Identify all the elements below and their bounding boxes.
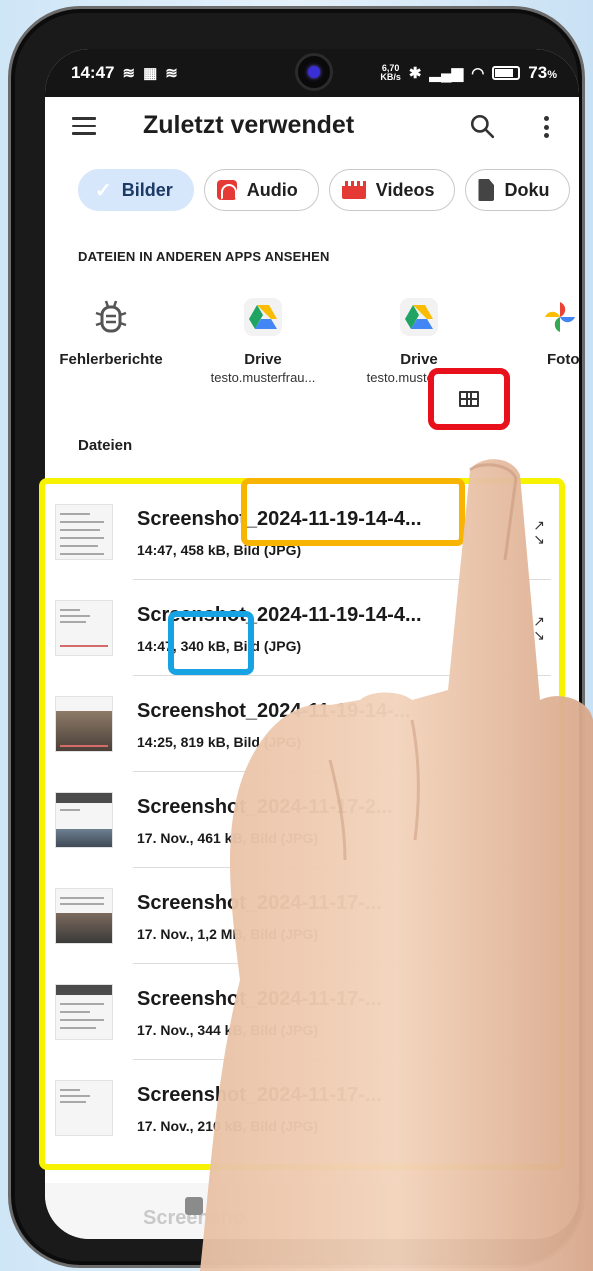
- sim-icon: ▦: [143, 65, 158, 82]
- app-name: Foto: [547, 351, 579, 368]
- list-item[interactable]: Screenshot_2024-11-19-14-... 14:25, 819 …: [45, 676, 559, 772]
- highlight-file-name: [241, 478, 465, 546]
- chip-audio[interactable]: Audio: [203, 169, 319, 211]
- open-icon[interactable]: ↗ ↘: [533, 614, 545, 642]
- file-thumbnail: [55, 984, 113, 1040]
- clapperboard-icon: [341, 181, 366, 199]
- status-bar: 14:47 ≋ ▦ ≋ 6,70 KB/s ✱ ▂▄▆ ◠ 73%: [45, 49, 579, 97]
- list-item[interactable]: Screenshot_2024-11-17-... 17. Nov., 344 …: [45, 964, 559, 1060]
- status-left: 14:47 ≋ ▦ ≋: [71, 63, 178, 83]
- google-drive-icon: [244, 298, 282, 336]
- file-thumbnail: [55, 600, 113, 656]
- network-speed-unit: KB/s: [380, 72, 401, 82]
- app-account: testo.musterfrau...: [210, 370, 316, 385]
- file-thumbnail: [55, 792, 113, 848]
- notification-icon: ≋: [122, 65, 136, 82]
- document-icon: [478, 179, 495, 201]
- bug-icon: [95, 300, 127, 333]
- chip-label: Audio: [246, 179, 298, 200]
- file-meta: 17. Nov., 461 kB, Bild (JPG): [137, 830, 319, 846]
- grid-view-toggle[interactable]: [428, 368, 510, 430]
- navigation-bar: Screensho: [45, 1183, 579, 1239]
- app-fehlerberichte[interactable]: Fehlerberichte: [45, 297, 191, 368]
- chip-label: Videos: [375, 179, 435, 200]
- more-options-icon[interactable]: [539, 113, 553, 141]
- recent-apps-icon[interactable]: [185, 1197, 203, 1215]
- app-fotos[interactable]: Foto: [497, 297, 579, 368]
- list-item[interactable]: Screenshot_2024-11-17-... 17. Nov., 210 …: [45, 1060, 559, 1156]
- list-item[interactable]: Screenshot_2024-11-17-2... 17. Nov., 461…: [45, 772, 559, 868]
- status-time: 14:47: [71, 63, 115, 82]
- grid-view-icon: [459, 391, 479, 407]
- status-right: 6,70 KB/s ✱ ▂▄▆ ◠ 73%: [380, 63, 557, 83]
- filter-chips: ✓ Bilder Audio Videos Doku: [78, 169, 571, 211]
- google-photos-icon: [545, 302, 575, 332]
- chip-label: Bilder: [121, 179, 173, 200]
- check-icon: ✓: [95, 179, 112, 202]
- bluetooth-icon: ✱: [408, 65, 422, 82]
- headphones-icon: [216, 180, 237, 200]
- app-name: Fehlerberichte: [59, 351, 163, 368]
- file-meta: 14:25, 819 kB, Bild (JPG): [137, 734, 302, 750]
- front-camera: [295, 53, 333, 91]
- chip-videos[interactable]: Videos: [328, 169, 456, 211]
- network-speed: 6,70 KB/s: [380, 64, 401, 82]
- file-name: Screenshot_2024-11-17-...: [137, 988, 382, 1010]
- other-apps-heading: DATEIEN IN ANDEREN APPS ANSEHEN: [78, 249, 330, 264]
- file-thumbnail: [55, 1080, 113, 1136]
- file-list: Screenshot_2024-11-19-14-4... 14:47, 458…: [39, 478, 565, 1170]
- signal-icon: ▂▄▆: [429, 65, 464, 82]
- page-title: Zuletzt verwendet: [143, 111, 355, 139]
- app-name: Drive: [244, 351, 282, 368]
- file-thumbnail: [55, 888, 113, 944]
- wifi-icon: ◠: [471, 65, 485, 82]
- file-thumbnail: [55, 504, 113, 560]
- open-icon[interactable]: ↗ ↘: [533, 518, 545, 546]
- google-drive-icon: [400, 298, 438, 336]
- chip-bilder[interactable]: ✓ Bilder: [78, 169, 194, 211]
- file-thumbnail: [55, 696, 113, 752]
- file-meta: 17. Nov., 344 kB, Bild (JPG): [137, 1022, 319, 1038]
- chip-doku[interactable]: Doku: [465, 169, 571, 211]
- app-drive-1[interactable]: Drive testo.musterfrau...: [183, 297, 343, 385]
- notification-icon-2: ≋: [165, 65, 178, 82]
- search-icon[interactable]: [469, 113, 495, 139]
- battery-icon: [492, 66, 521, 80]
- file-meta: 17. Nov., 1,2 MB, Bild (JPG): [137, 926, 319, 942]
- files-heading: Dateien: [78, 437, 133, 454]
- file-name: Screenshot_2024-11-17-...: [137, 1084, 382, 1106]
- menu-icon[interactable]: [72, 117, 96, 137]
- app-bar: Zuletzt verwendet: [45, 107, 579, 151]
- file-meta: 17. Nov., 210 kB, Bild (JPG): [137, 1118, 319, 1134]
- file-name: Screenshot_2024-11-19-14-...: [137, 700, 411, 722]
- list-item[interactable]: Screenshot_2024-11-17-... 17. Nov., 1,2 …: [45, 868, 559, 964]
- app-name: Drive: [400, 351, 438, 368]
- highlight-file-size: [168, 611, 254, 675]
- file-name: Screenshot_2024-11-17-2...: [137, 796, 393, 818]
- file-name: Screenshot_2024-11-17-...: [137, 892, 382, 914]
- battery-level: 73%: [528, 63, 557, 82]
- list-item[interactable]: Screenshot_2024-11-19-14-4... 14:47, 340…: [45, 580, 559, 676]
- chip-label: Doku: [504, 179, 550, 200]
